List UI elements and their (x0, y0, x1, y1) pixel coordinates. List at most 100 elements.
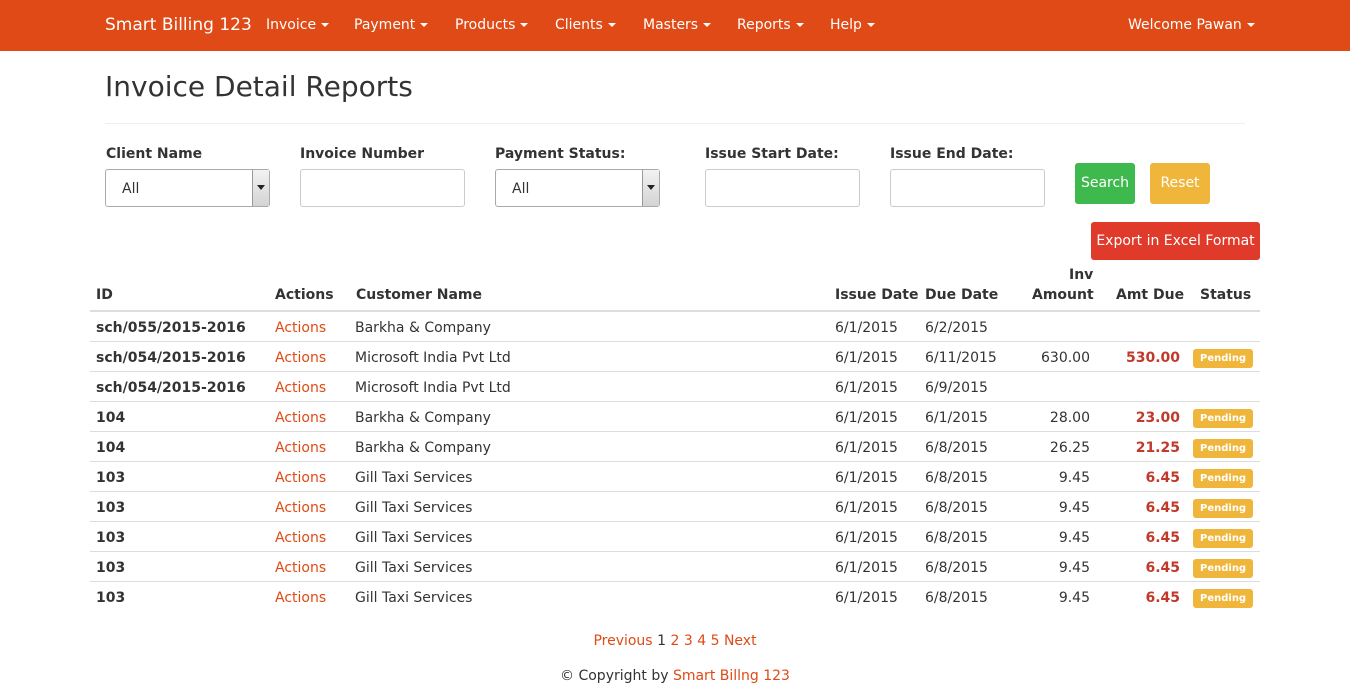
due-date: 6/8/2015 (925, 440, 988, 456)
nav-item-payment[interactable]: Payment (354, 17, 429, 33)
actions-link[interactable]: Actions (275, 350, 326, 366)
col-header-due-date: Due Date (925, 287, 999, 303)
invoice-id: 103 (96, 590, 126, 606)
pagination-next[interactable]: Next (724, 633, 757, 649)
client-name-label: Client Name (106, 146, 203, 162)
customer-name: Gill Taxi Services (355, 530, 473, 546)
actions-link[interactable]: Actions (275, 380, 326, 396)
payment-status-label: Payment Status: (495, 146, 626, 162)
issue-date: 6/1/2015 (835, 560, 898, 576)
caret-down-icon (866, 23, 875, 27)
search-button[interactable]: Search (1075, 163, 1135, 204)
due-date: 6/11/2015 (925, 350, 997, 366)
pagination-page-current: 1 (657, 633, 666, 649)
invoice-amount: 9.45 (1058, 530, 1090, 546)
table-row: 103 Actions Gill Taxi Services 6/1/2015 … (90, 522, 1260, 552)
pagination-page[interactable]: 5 (711, 633, 720, 649)
issue-date: 6/1/2015 (835, 590, 898, 606)
pagination-previous[interactable]: Previous (593, 633, 652, 649)
nav-item-reports[interactable]: Reports (737, 17, 804, 33)
due-date: 6/8/2015 (925, 470, 988, 486)
pagination: Previous 1 2 3 4 5 Next (0, 633, 1350, 649)
due-date: 6/8/2015 (925, 590, 988, 606)
due-date: 6/9/2015 (925, 380, 988, 396)
col-header-inv-amount-line1: Inv (1069, 267, 1094, 283)
issue-date: 6/1/2015 (835, 350, 898, 366)
issue-date: 6/1/2015 (835, 320, 898, 336)
invoice-amount: 26.25 (1049, 440, 1090, 456)
nav-item-help[interactable]: Help (830, 17, 875, 33)
status-badge: Pending (1193, 559, 1254, 578)
caret-down-icon (1246, 23, 1255, 27)
caret-down-icon (795, 23, 804, 27)
table-row: 103 Actions Gill Taxi Services 6/1/2015 … (90, 492, 1260, 522)
due-date: 6/8/2015 (925, 500, 988, 516)
col-header-customer: Customer Name (356, 287, 482, 303)
nav-item-clients[interactable]: Clients (555, 17, 616, 33)
table-row: 104 Actions Barkha & Company 6/1/2015 6/… (90, 432, 1260, 462)
dropdown-arrow-icon[interactable] (252, 170, 269, 206)
issue-date: 6/1/2015 (835, 530, 898, 546)
footer-brand-link[interactable]: Smart Billng 123 (673, 668, 790, 684)
issue-date: 6/1/2015 (835, 500, 898, 516)
issue-start-date-input[interactable] (705, 169, 860, 207)
customer-name: Microsoft India Pvt Ltd (355, 380, 511, 396)
actions-link[interactable]: Actions (275, 410, 326, 426)
invoice-amount: 9.45 (1058, 590, 1090, 606)
status-badge: Pending (1193, 439, 1254, 458)
invoice-number-label: Invoice Number (300, 146, 425, 162)
nav-item-invoice[interactable]: Invoice (266, 17, 330, 33)
payment-status-select[interactable]: All (495, 169, 660, 207)
col-header-status: Status (1200, 287, 1252, 303)
nav-item-label: Masters (643, 17, 699, 33)
invoice-id: 104 (96, 440, 126, 456)
customer-name: Barkha & Company (355, 320, 491, 336)
invoice-id: sch/054/2015-2016 (96, 380, 246, 396)
copyright-text: © Copyright by (560, 668, 669, 684)
caret-down-icon (520, 23, 529, 27)
invoice-amount: 630.00 (1041, 350, 1090, 366)
reset-button[interactable]: Reset (1150, 163, 1210, 204)
due-date: 6/8/2015 (925, 530, 988, 546)
nav-item-masters[interactable]: Masters (643, 17, 712, 33)
customer-name: Barkha & Company (355, 410, 491, 426)
col-header-inv-amount-line2: Amount (1032, 287, 1094, 303)
invoice-number-input[interactable] (300, 169, 465, 207)
table-row: sch/054/2015-2016 Actions Microsoft Indi… (90, 372, 1260, 402)
issue-end-date-input[interactable] (890, 169, 1045, 207)
amount-due: 530.00 (1125, 350, 1180, 366)
actions-link[interactable]: Actions (275, 320, 326, 336)
nav-item-label: Invoice (266, 17, 317, 33)
col-header-issue-date: Issue Date (835, 287, 919, 303)
amount-due: 6.45 (1145, 590, 1180, 606)
actions-link[interactable]: Actions (275, 470, 326, 486)
amount-due: 6.45 (1145, 500, 1180, 516)
user-menu[interactable]: Welcome Pawan (1128, 17, 1255, 33)
actions-link[interactable]: Actions (275, 590, 326, 606)
customer-name: Gill Taxi Services (355, 470, 473, 486)
col-header-amt-due: Amt Due (1116, 287, 1185, 303)
status-badge: Pending (1193, 409, 1254, 428)
pagination-page[interactable]: 2 (670, 633, 679, 649)
invoice-id: sch/054/2015-2016 (96, 350, 246, 366)
brand-logo-text[interactable]: Smart Billing 123 (105, 15, 252, 35)
actions-link[interactable]: Actions (275, 530, 326, 546)
amount-due: 21.25 (1135, 440, 1180, 456)
footer: © Copyright by Smart Billng 123 (0, 668, 1350, 684)
nav-item-products[interactable]: Products (455, 17, 529, 33)
table-row: sch/055/2015-2016 Actions Barkha & Compa… (90, 312, 1260, 342)
nav-item-label: Products (455, 17, 516, 33)
issue-date: 6/1/2015 (835, 410, 898, 426)
pagination-page[interactable]: 4 (697, 633, 706, 649)
invoice-id: 103 (96, 530, 126, 546)
actions-link[interactable]: Actions (275, 560, 326, 576)
export-excel-button[interactable]: Export in Excel Format (1091, 222, 1260, 260)
client-name-select[interactable]: All (105, 169, 270, 207)
invoice-id: 104 (96, 410, 126, 426)
pagination-page[interactable]: 3 (684, 633, 693, 649)
dropdown-arrow-icon[interactable] (642, 170, 659, 206)
customer-name: Microsoft India Pvt Ltd (355, 350, 511, 366)
actions-link[interactable]: Actions (275, 440, 326, 456)
amount-due: 23.00 (1135, 410, 1180, 426)
actions-link[interactable]: Actions (275, 500, 326, 516)
